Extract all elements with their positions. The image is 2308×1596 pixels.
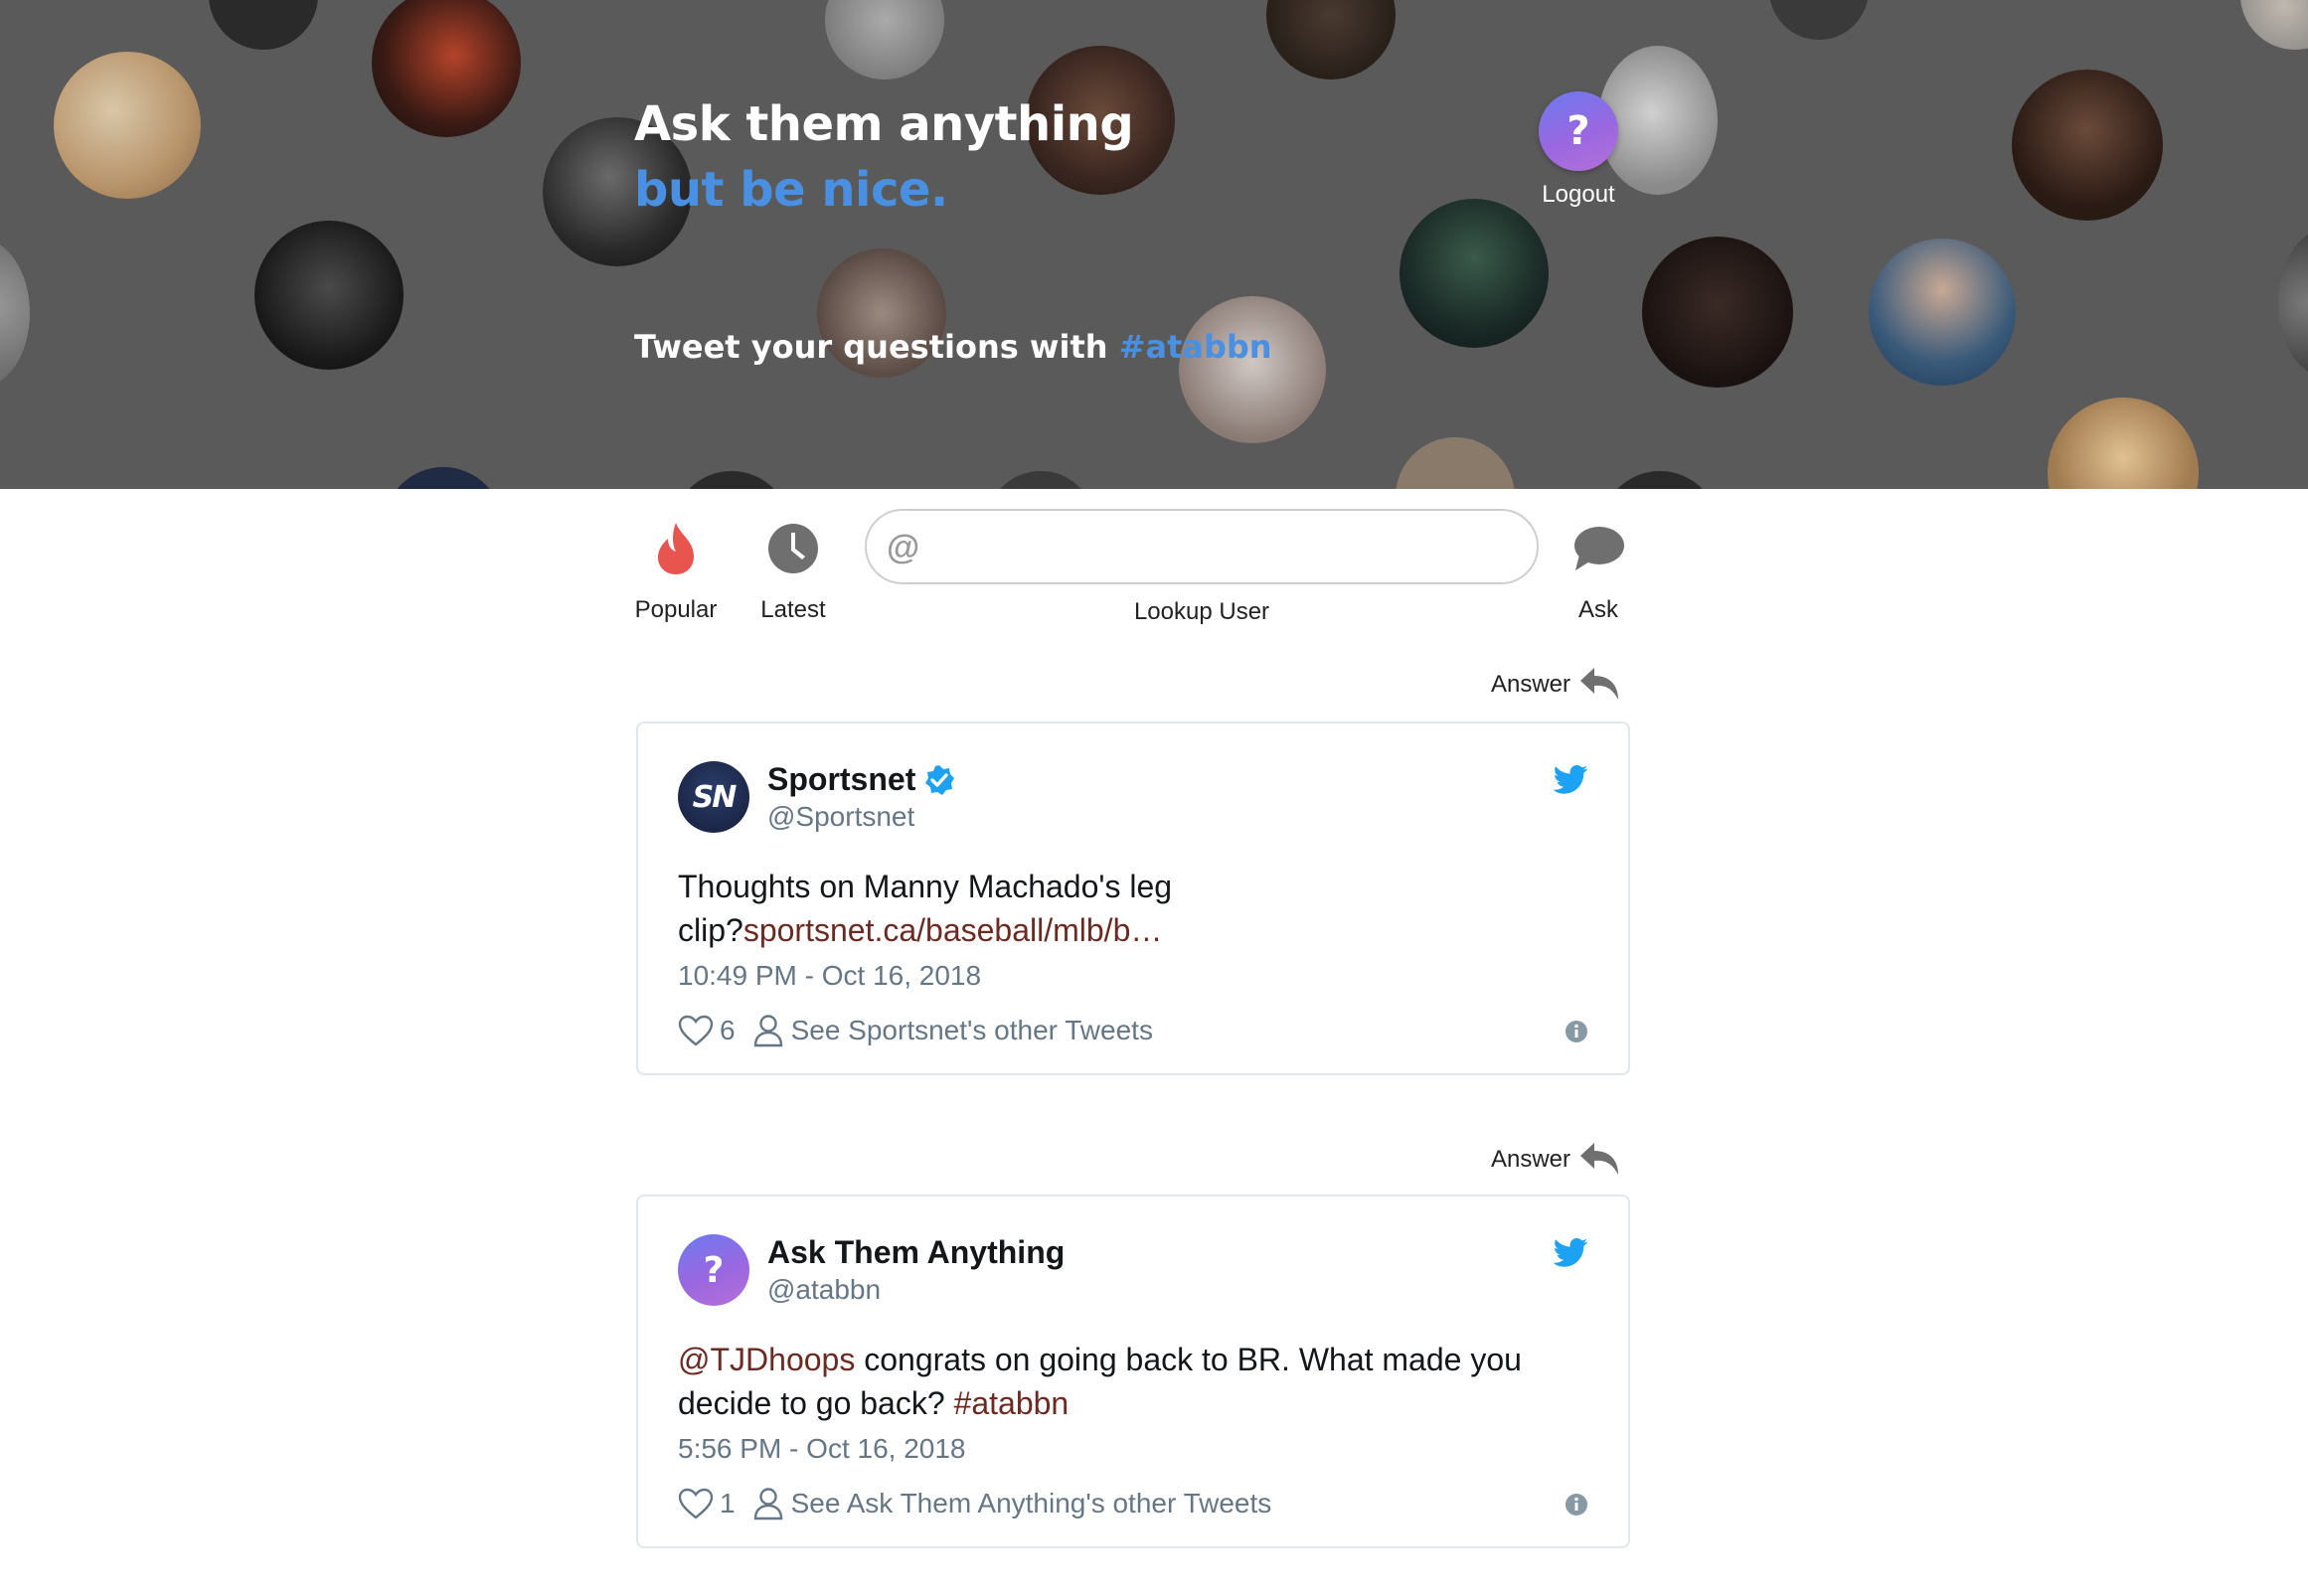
tweet-hashtag[interactable]: #atabbn bbox=[954, 1385, 1070, 1421]
answer-button[interactable]: Answer bbox=[1491, 666, 1622, 704]
hero-title: Ask them anything bbox=[634, 96, 1134, 152]
tweet-author-handle[interactable]: @Sportsnet bbox=[767, 801, 914, 833]
logout-label[interactable]: Logout bbox=[1519, 181, 1638, 209]
celebrity-photo bbox=[372, 0, 521, 137]
tweet-text: Thoughts on Manny Machado's leg clip?spo… bbox=[678, 865, 1235, 952]
celebrity-photo bbox=[1396, 437, 1515, 489]
celebrity-photo bbox=[54, 52, 201, 199]
info-icon[interactable] bbox=[1565, 1493, 1588, 1516]
celebrity-photo bbox=[825, 0, 944, 80]
author-name-text[interactable]: Ask Them Anything bbox=[767, 1234, 1065, 1271]
tweet-timestamp[interactable]: 5:56 PM - Oct 16, 2018 bbox=[678, 1433, 966, 1465]
celebrity-photo bbox=[1600, 471, 1720, 489]
person-icon[interactable] bbox=[753, 1487, 783, 1520]
hero-subtitle: but be nice. bbox=[634, 162, 948, 218]
celebrity-photo bbox=[384, 467, 503, 489]
celebrity-photo bbox=[986, 471, 1095, 489]
heart-icon[interactable] bbox=[678, 1015, 714, 1046]
tweet-text: @TJDhoops congrats on going back to BR. … bbox=[678, 1338, 1553, 1425]
tweet-actions: 6 See Sportsnet's other Tweets bbox=[678, 1014, 1153, 1047]
hero-banner: Ask them anything but be nice. Tweet you… bbox=[0, 0, 2308, 489]
avatar-text: SN bbox=[692, 779, 738, 815]
celebrity-photo bbox=[1179, 296, 1326, 443]
tweet-actions: 1 See Ask Them Anything's other Tweets bbox=[678, 1487, 1271, 1520]
hero-hashtag[interactable]: #atabbn bbox=[1119, 328, 1272, 366]
tweet-card[interactable]: SN Sportsnet @Sportsnet Thoughts on Mann… bbox=[636, 721, 1630, 1075]
latest-label[interactable]: Latest bbox=[747, 596, 839, 624]
heart-icon[interactable] bbox=[678, 1488, 714, 1519]
celebrity-photo bbox=[1769, 0, 1869, 40]
celebrity-photo bbox=[2048, 398, 2199, 489]
hero-tweet-prompt: Tweet your questions with #atabbn bbox=[634, 328, 1272, 366]
avatar[interactable]: SN bbox=[678, 761, 749, 833]
person-icon[interactable] bbox=[753, 1014, 783, 1047]
popular-label[interactable]: Popular bbox=[626, 596, 726, 624]
hero-tweet-text: Tweet your questions with bbox=[634, 328, 1108, 366]
celebrity-photo bbox=[0, 239, 30, 388]
see-other-tweets-link[interactable]: See Sportsnet's other Tweets bbox=[791, 1015, 1153, 1046]
answer-button[interactable]: Answer bbox=[1491, 1141, 1622, 1179]
tweet-author-name[interactable]: Sportsnet bbox=[767, 761, 955, 798]
celebrity-photo bbox=[254, 221, 404, 370]
celebrity-photo bbox=[1400, 199, 1549, 348]
info-icon[interactable] bbox=[1565, 1020, 1588, 1043]
twitter-bird-icon[interactable] bbox=[1553, 1238, 1588, 1268]
avatar[interactable]: ? bbox=[678, 1234, 749, 1306]
logout-button[interactable]: ? Logout bbox=[1539, 91, 1618, 209]
at-icon: @ bbox=[887, 529, 920, 566]
verified-badge-icon bbox=[925, 764, 955, 795]
site-logo-icon[interactable]: ? bbox=[1539, 91, 1618, 171]
lookup-user-label: Lookup User bbox=[1133, 598, 1270, 625]
latest-tab[interactable]: Latest bbox=[747, 515, 839, 624]
ask-button[interactable]: Ask bbox=[1559, 515, 1638, 624]
twitter-bird-icon[interactable] bbox=[1553, 765, 1588, 795]
celebrity-photo bbox=[2012, 70, 2163, 221]
lookup-user-input[interactable] bbox=[867, 511, 1537, 582]
reply-arrow-icon[interactable] bbox=[1578, 666, 1622, 704]
tweet-author-handle[interactable]: @atabbn bbox=[767, 1274, 881, 1306]
tweet-link[interactable]: sportsnet.ca/baseball/mlb/b… bbox=[743, 912, 1163, 948]
celebrity-photo bbox=[2278, 229, 2308, 378]
hero-headline: Ask them anything but be nice. bbox=[634, 91, 1134, 223]
lookup-user-field[interactable]: @ bbox=[865, 509, 1539, 584]
author-name-text[interactable]: Sportsnet bbox=[767, 761, 915, 798]
celebrity-photo bbox=[1869, 239, 2016, 386]
see-other-tweets-link[interactable]: See Ask Them Anything's other Tweets bbox=[791, 1488, 1272, 1519]
answer-label[interactable]: Answer bbox=[1491, 1146, 1570, 1174]
celebrity-photo bbox=[2240, 0, 2308, 50]
flame-icon[interactable] bbox=[626, 515, 726, 582]
like-count: 6 bbox=[720, 1015, 736, 1045]
tweet-card[interactable]: ? Ask Them Anything @atabbn @TJDhoops co… bbox=[636, 1195, 1630, 1548]
celebrity-photo bbox=[209, 0, 318, 50]
answer-label[interactable]: Answer bbox=[1491, 671, 1570, 699]
celebrity-photo bbox=[672, 471, 791, 489]
popular-tab[interactable]: Popular bbox=[626, 515, 726, 624]
ask-label[interactable]: Ask bbox=[1559, 596, 1638, 624]
like-count: 1 bbox=[720, 1488, 736, 1518]
speech-bubble-icon[interactable] bbox=[1559, 515, 1638, 582]
tweet-mention[interactable]: @TJDhoops bbox=[678, 1342, 855, 1377]
reply-arrow-icon[interactable] bbox=[1578, 1141, 1622, 1179]
tweet-timestamp[interactable]: 10:49 PM - Oct 16, 2018 bbox=[678, 960, 981, 992]
tweet-author-name[interactable]: Ask Them Anything bbox=[767, 1234, 1065, 1271]
clock-icon[interactable] bbox=[747, 515, 839, 582]
celebrity-photo bbox=[1642, 237, 1793, 388]
celebrity-photo bbox=[1266, 0, 1396, 80]
